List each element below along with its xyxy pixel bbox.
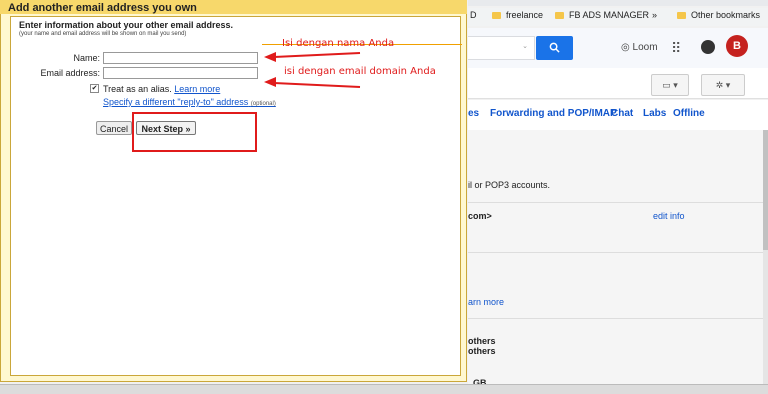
highlight-box — [132, 112, 257, 152]
bookmark-folder-fb-ads[interactable]: FB ADS MANAGER — [555, 10, 649, 20]
email-label: Email address: — [40, 68, 100, 78]
tab-chat[interactable]: Chat — [611, 108, 633, 119]
grant-access-text: others — [468, 346, 496, 356]
search-button[interactable] — [536, 36, 573, 60]
bookmark-folder-other[interactable]: Other bookmarks — [677, 10, 760, 20]
divider — [468, 252, 763, 253]
tab-labs[interactable]: Labs — [643, 108, 666, 119]
folder-icon — [555, 12, 564, 19]
tab-offline[interactable]: Offline — [673, 108, 705, 119]
learn-more-link[interactable]: arn more — [468, 297, 504, 307]
tab-forwarding[interactable]: Forwarding and POP/IMAP — [490, 108, 617, 119]
search-icon — [549, 42, 560, 53]
bookmark-label: freelance — [506, 10, 544, 20]
reply-to-option: Specify a different "reply-to" address (… — [103, 97, 276, 107]
loom-label: Loom — [632, 42, 658, 53]
scrollbar-thumb[interactable] — [763, 130, 768, 250]
apps-grid-icon[interactable]: ⠿ — [671, 40, 681, 57]
folder-icon — [677, 12, 686, 19]
alias-checkbox[interactable]: ✔ — [90, 84, 99, 93]
dialog-title: Add another email address you own — [8, 2, 197, 14]
grant-access-text: others — [468, 336, 496, 346]
settings-content — [468, 130, 763, 388]
pop3-text: il or POP3 accounts. — [468, 180, 551, 190]
tab-partial[interactable]: es — [468, 108, 479, 119]
alias-option: Treat as an alias. Learn more — [103, 84, 220, 94]
settings-gear-button[interactable]: ✲ ▾ — [701, 74, 745, 96]
form-subheading: (your name and email address will be sho… — [19, 31, 187, 37]
keyboard-input-button[interactable]: ▭ ▾ — [651, 74, 689, 96]
loom-button[interactable]: ◎ Loom — [621, 42, 658, 53]
extension-icon[interactable] — [701, 40, 715, 54]
browser-tab-strip — [468, 0, 768, 6]
optional-label: (optional) — [250, 101, 276, 107]
name-field[interactable] — [103, 52, 258, 64]
check-icon: ✔ — [91, 85, 98, 92]
bookmark-label: FB ADS MANAGER — [569, 10, 650, 20]
avatar[interactable]: B — [726, 35, 748, 57]
reply-to-link[interactable]: Specify a different "reply-to" address — [103, 97, 248, 107]
email-field[interactable] — [103, 67, 258, 79]
bookmark-label: Other bookmarks — [691, 10, 761, 20]
keyboard-icon: ▭ — [662, 80, 671, 90]
alias-label: Treat as an alias. — [103, 84, 172, 94]
folder-icon — [492, 12, 501, 19]
cancel-button[interactable]: Cancel — [96, 121, 132, 135]
bookmark-folder-freelance[interactable]: freelance — [492, 10, 543, 20]
search-input[interactable]: ⌄ — [468, 36, 535, 60]
divider — [468, 318, 763, 319]
gear-icon: ✲ — [715, 80, 724, 90]
dropdown-arrow-icon[interactable]: ⌄ — [522, 42, 528, 50]
bookmark-item[interactable]: D — [470, 10, 477, 20]
divider — [468, 202, 763, 203]
edit-info-link[interactable]: edit info — [653, 211, 685, 221]
form-heading: Enter information about your other email… — [19, 20, 234, 30]
loom-icon: ◎ — [621, 42, 630, 53]
learn-more-link[interactable]: Learn more — [174, 84, 220, 94]
name-label: Name: — [73, 53, 100, 63]
send-as-address: com> — [468, 211, 492, 221]
bookmarks-overflow[interactable]: » — [652, 10, 657, 20]
arrow-annotation — [264, 52, 361, 88]
